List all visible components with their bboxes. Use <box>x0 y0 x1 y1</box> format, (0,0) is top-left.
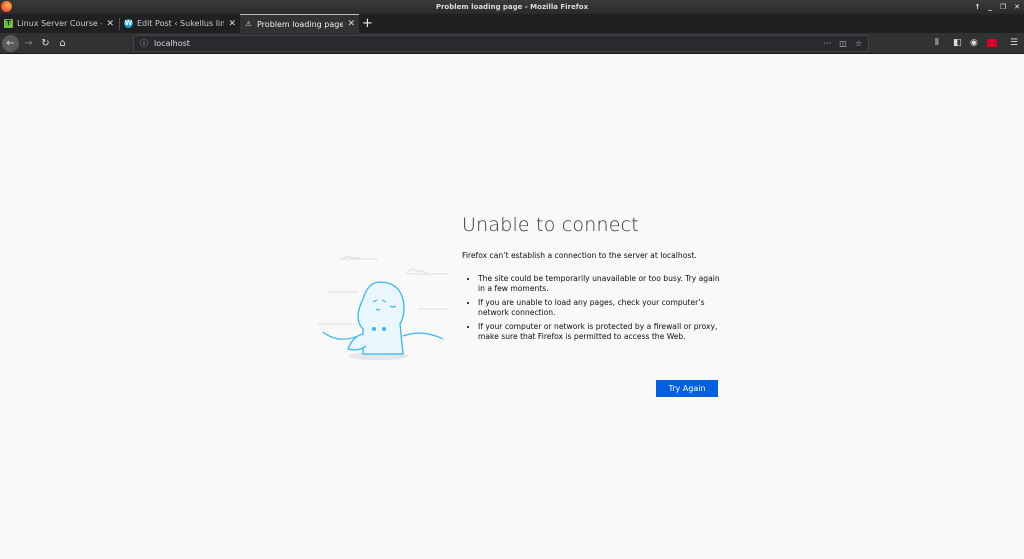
error-description: Firefox can’t establish a connection to … <box>462 251 697 260</box>
extension-icon[interactable] <box>987 39 997 47</box>
keep-above-button[interactable]: ↑ <box>974 0 980 14</box>
suggestion-item: If you are unable to load any pages, che… <box>478 298 722 318</box>
sidebar-icon[interactable]: ◧ <box>953 35 962 52</box>
error-page: Unable to connect Firefox can’t establis… <box>0 54 1024 559</box>
info-icon[interactable]: ⓘ <box>140 39 148 48</box>
pocket-icon[interactable]: ◫ <box>839 36 847 51</box>
close-window-button[interactable]: ✕ <box>1014 0 1020 14</box>
error-title: Unable to connect <box>462 214 639 236</box>
url-bar[interactable]: ⓘ localhost ··· ◫ ☆ <box>133 35 869 52</box>
tab-problem-loading[interactable]: ⚠ Problem loading page ✕ <box>240 14 359 33</box>
suggestion-item: If your computer or network is protected… <box>478 322 722 342</box>
forward-button[interactable]: → <box>20 35 37 52</box>
navigation-toolbar: ← → ↻ ⌂ ⓘ localhost ··· ◫ ☆ ⫴ ◧ ◉ ☰ <box>0 33 1024 54</box>
tab-edit-post[interactable]: W Edit Post ‹ Sukellus linux ✕ <box>120 14 240 33</box>
tab-label: Edit Post ‹ Sukellus linux <box>137 19 225 28</box>
try-again-button[interactable]: Try Again <box>656 380 718 397</box>
close-tab-icon[interactable]: ✕ <box>106 19 114 29</box>
minimize-button[interactable]: _ <box>988 0 992 14</box>
error-suggestions: The site could be temporarily unavailabl… <box>462 274 722 342</box>
tab-label: Linux Server Course - Lin <box>17 19 102 28</box>
tab-bar: T Linux Server Course - Lin ✕ W Edit Pos… <box>0 14 1024 33</box>
new-tab-button[interactable]: + <box>362 14 373 33</box>
close-tab-icon[interactable]: ✕ <box>228 19 236 29</box>
reload-button[interactable]: ↻ <box>37 35 54 52</box>
favicon-icon: T <box>4 19 13 28</box>
home-button[interactable]: ⌂ <box>54 35 71 52</box>
firefox-logo-icon <box>1 1 12 12</box>
account-icon[interactable]: ◉ <box>970 35 978 52</box>
title-bar: Problem loading page - Mozilla Firefox ↑… <box>0 0 1024 14</box>
window-title: Problem loading page - Mozilla Firefox <box>435 3 589 11</box>
close-tab-icon[interactable]: ✕ <box>347 19 355 29</box>
suggestion-item: The site could be temporarily unavailabl… <box>478 274 722 294</box>
tab-label: Problem loading page <box>257 19 344 29</box>
url-text: localhost <box>154 39 190 48</box>
library-icon[interactable]: ⫴ <box>935 35 939 52</box>
back-button[interactable]: ← <box>2 35 19 52</box>
tab-linux-server-course[interactable]: T Linux Server Course - Lin ✕ <box>0 14 118 33</box>
menu-icon[interactable]: ☰ <box>1010 35 1018 52</box>
page-actions-button[interactable]: ··· <box>824 36 832 51</box>
dinosaur-illustration-icon <box>318 256 448 360</box>
maximize-button[interactable]: ❐ <box>1000 0 1006 14</box>
bookmark-star-icon[interactable]: ☆ <box>855 36 862 51</box>
warning-icon: ⚠ <box>245 19 252 28</box>
wordpress-icon: W <box>124 19 133 28</box>
